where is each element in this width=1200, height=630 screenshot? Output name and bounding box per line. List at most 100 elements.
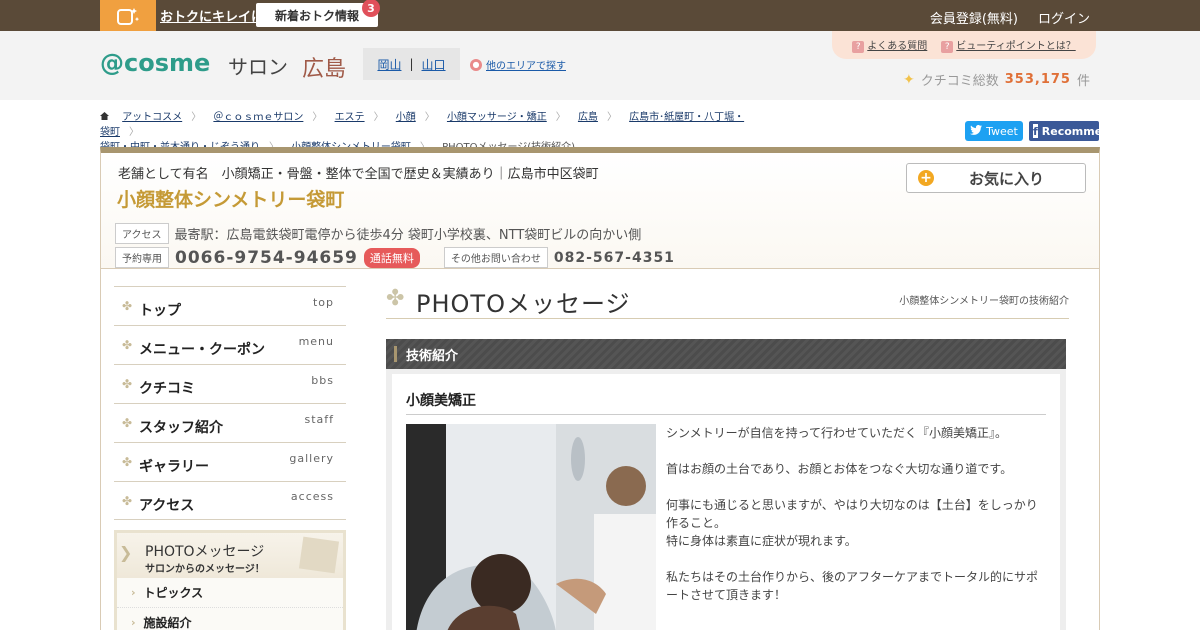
nav-item-gallery[interactable]: ✤ ギャラリー gallery bbox=[114, 442, 346, 481]
breadcrumb-item[interactable]: 小顔 bbox=[396, 112, 416, 123]
search-area-icon: ● bbox=[470, 58, 482, 71]
photo-thumbnail-icon bbox=[298, 536, 340, 574]
other-contact-tag: その他お問い合わせ bbox=[443, 247, 548, 268]
sub-nav-topics[interactable]: › トピックス bbox=[117, 578, 343, 608]
sub-nav-label: 施設紹介 bbox=[143, 616, 192, 630]
chevron-right-icon: 〉 bbox=[606, 112, 617, 123]
breadcrumb-item[interactable]: 広島 bbox=[578, 112, 598, 123]
social-buttons: Tweet f Recommend bbox=[965, 121, 1099, 141]
chevron-right-icon: 〉 bbox=[373, 112, 384, 123]
gift-icon bbox=[100, 0, 156, 31]
content-paragraph: 首はお顔の土台であり、お顔とお体をつなぐ大切な通り道です。 bbox=[666, 462, 1013, 476]
review-total: ✦ クチコミ総数 353,175 件 bbox=[903, 70, 1090, 90]
home-icon[interactable] bbox=[100, 112, 109, 120]
new-deals-button[interactable]: 新着おトク情報 bbox=[256, 3, 378, 27]
nav-item-label: クチコミ bbox=[139, 381, 195, 397]
chevron-right-icon: 〉 bbox=[555, 112, 566, 123]
content-title: 小顔美矯正 bbox=[406, 390, 1046, 415]
nav-item-menu[interactable]: ✤ メニュー・クーポン menu bbox=[114, 325, 346, 364]
breadcrumb-item[interactable]: アットコスメ bbox=[122, 112, 182, 123]
reserve-tag: 予約専用 bbox=[115, 247, 169, 268]
facebook-label: Recommend bbox=[1041, 124, 1099, 138]
flower-icon: ✤ bbox=[122, 377, 133, 391]
treatment-photo[interactable] bbox=[406, 424, 656, 630]
nav-item-label: アクセス bbox=[139, 497, 195, 514]
nav-item-en: top bbox=[312, 295, 334, 309]
sub-nav-facility[interactable]: › 施設紹介 bbox=[117, 608, 343, 630]
breadcrumb-item[interactable]: エステ bbox=[335, 112, 365, 123]
flower-icon: ✤ bbox=[122, 299, 133, 313]
flower-icon: ✤ bbox=[122, 455, 133, 469]
content-paragraph: 私たちはその土台作りから、後のアフターケアまでトータル的にサポートさせて頂きます… bbox=[666, 570, 1039, 602]
section-title: 技術紹介 bbox=[406, 348, 459, 364]
salon-catchphrase: 老舗として有名 小顔矯正・骨盤・整体で全国で歴史＆実績あり｜広島市中区袋町 bbox=[118, 167, 599, 182]
nav-item-label: メニュー・クーポン bbox=[139, 342, 265, 358]
facebook-icon: f bbox=[1033, 124, 1038, 138]
flower-icon: ✤ bbox=[122, 416, 133, 430]
account-links: 会員登録(無料) ログイン bbox=[930, 8, 1090, 27]
chevron-right-icon: › bbox=[131, 586, 136, 599]
area-link-yamaguchi[interactable]: 山口 bbox=[422, 56, 446, 73]
login-link[interactable]: ログイン bbox=[1038, 8, 1090, 27]
twitter-bird-icon bbox=[970, 124, 983, 138]
flower-icon: ✤ bbox=[122, 338, 133, 352]
nav-item-staff[interactable]: ✤ スタッフ紹介 staff bbox=[114, 403, 346, 442]
nav-item-label: トップ bbox=[139, 303, 181, 319]
beauty-point-item[interactable]: ? ビューティポイントとは？ bbox=[941, 37, 1076, 53]
page-title: PHOTOメッセージ bbox=[416, 290, 631, 318]
chevron-right-icon: › bbox=[131, 616, 136, 629]
signup-link[interactable]: 会員登録(無料) bbox=[930, 8, 1018, 27]
nav-item-en: staff bbox=[304, 412, 334, 426]
access-info: アクセス 最寄駅：広島電鉄袋町電停から徒歩4分 袋町小学校裏、NTT袋町ビルの向… bbox=[115, 223, 641, 244]
nav-item-reviews[interactable]: ✤ クチコミ bbs bbox=[114, 364, 346, 403]
reserve-phone[interactable]: 0066-9754-94659 bbox=[175, 248, 358, 268]
section-marker bbox=[394, 346, 397, 362]
facebook-recommend-button[interactable]: f Recommend bbox=[1029, 121, 1099, 141]
review-total-label: クチコミ総数 bbox=[920, 74, 999, 89]
chevron-right-icon: ❯ bbox=[119, 543, 133, 562]
current-area: 広島 bbox=[302, 57, 347, 82]
review-total-unit: 件 bbox=[1076, 74, 1090, 89]
flower-icon: ✤ bbox=[386, 286, 405, 311]
logo-salon-text[interactable]: サロン bbox=[228, 51, 288, 80]
nav-item-en: bbs bbox=[311, 373, 334, 387]
page-heading: ✤ PHOTOメッセージ 小顔整体シンメトリー袋町の技術紹介 bbox=[386, 282, 1069, 319]
chevron-right-icon: 〉 bbox=[312, 112, 323, 123]
photo-message-header[interactable]: ❯ PHOTOメッセージ サロンからのメッセージ！ bbox=[117, 533, 343, 578]
help-bar: ? よくある質問 ? ビューティポイントとは？ bbox=[832, 31, 1096, 59]
area-link-okayama[interactable]: 岡山 bbox=[377, 56, 401, 73]
nav-item-top[interactable]: ✤ トップ top bbox=[114, 286, 346, 325]
content-box: 小顔美矯正 シンメトリーが自信を持って行わせていただく『小顔美矯正』。 首はお顔… bbox=[386, 369, 1066, 630]
content-text: シンメトリーが自信を持って行わせていただく『小顔美矯正』。 首はお顔の土台であり… bbox=[666, 424, 1044, 622]
tweet-label: Tweet bbox=[986, 124, 1018, 138]
plus-icon: + bbox=[918, 170, 934, 186]
photo-message-title: PHOTOメッセージ bbox=[145, 544, 265, 560]
beauty-point-link[interactable]: ビューティポイントとは？ bbox=[956, 41, 1075, 52]
nav-item-access[interactable]: ✤ アクセス access bbox=[114, 481, 346, 520]
tweet-button[interactable]: Tweet bbox=[965, 121, 1023, 141]
area-links: 岡山 | 山口 bbox=[363, 48, 460, 80]
content-paragraph: シンメトリーが自信を持って行わせていただく『小顔美矯正』。 bbox=[666, 426, 1008, 440]
faq-item[interactable]: ? よくある質問 bbox=[852, 37, 927, 53]
cosme-logo[interactable]: @cosme bbox=[100, 49, 210, 77]
add-favorite-button[interactable]: + お気に入り bbox=[906, 163, 1086, 193]
access-text: 最寄駅：広島電鉄袋町電停から徒歩4分 袋町小学校裏、NTT袋町ビルの向かい側 bbox=[174, 228, 642, 243]
section-header: 技術紹介 bbox=[386, 339, 1066, 369]
breadcrumb-item[interactable]: 小顔マッサージ・矯正 bbox=[447, 112, 547, 123]
content-paragraph: 何事にも通じると思いますが、やはり大切なのは【土台】をしっかり作ること。 特に身… bbox=[666, 498, 1038, 548]
breadcrumb-item[interactable]: ＠ｃｏｓｍｅサロン bbox=[213, 112, 303, 123]
salon-nav-sidebar: ✤ トップ top ✤ メニュー・クーポン menu ✤ クチコミ bbs ✤ … bbox=[114, 286, 346, 630]
flower-icon: ✤ bbox=[122, 493, 133, 508]
other-area-link[interactable]: 他のエリアで探す bbox=[486, 57, 566, 72]
faq-link[interactable]: よくある質問 bbox=[867, 41, 927, 52]
other-area[interactable]: ● 他のエリアで探す bbox=[470, 57, 566, 72]
phone-info: 予約専用 0066-9754-94659 通話無料 その他お問い合わせ 082-… bbox=[115, 247, 675, 268]
salon-name[interactable]: 小顔整体シンメトリー袋町 bbox=[117, 185, 344, 212]
page-subtitle: 小顔整体シンメトリー袋町の技術紹介 bbox=[899, 296, 1069, 307]
sparkle-icon: ✦ bbox=[903, 71, 915, 88]
content-inner: 小顔美矯正 シンメトリーが自信を持って行わせていただく『小顔美矯正』。 首はお顔… bbox=[392, 374, 1060, 630]
nav-item-en: gallery bbox=[289, 451, 334, 465]
other-phone[interactable]: 082-567-4351 bbox=[554, 250, 675, 266]
question-icon: ? bbox=[941, 41, 954, 53]
chevron-right-icon: 〉 bbox=[424, 112, 435, 123]
